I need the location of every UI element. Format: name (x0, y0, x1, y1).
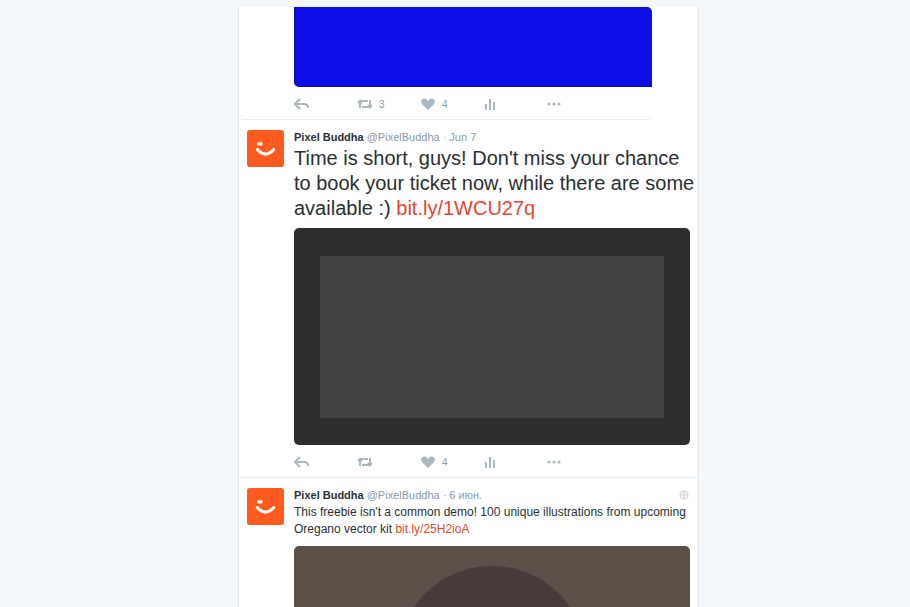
author-name[interactable]: Pixel Buddha (294, 130, 364, 144)
like-icon (420, 455, 436, 469)
tweet-text: This freebie isn't a common demo! 100 un… (294, 504, 695, 538)
retweet-button[interactable]: 3 (357, 97, 420, 111)
author-handle[interactable]: @PixelBuddha (367, 488, 440, 502)
tweet-media[interactable] (294, 546, 690, 607)
author-handle[interactable]: @PixelBuddha (367, 130, 440, 144)
like-icon (420, 97, 436, 111)
tweet-time[interactable]: · Jun 7 (443, 130, 477, 144)
author-name[interactable]: Pixel Buddha (294, 488, 364, 502)
timeline: 3 4 Pixel Buddha @PixelBuddha · Jun 7 Ti… (238, 7, 699, 607)
tweet-media[interactable] (294, 228, 690, 445)
more-button[interactable] (546, 455, 609, 469)
retweet-count: 3 (379, 99, 385, 110)
tweet[interactable]: Pixel Buddha @PixelBuddha · 6 июн. This … (239, 478, 698, 607)
analytics-button[interactable] (483, 97, 546, 111)
like-button[interactable]: 4 (420, 455, 483, 469)
like-count: 4 (442, 99, 448, 110)
tweet-media[interactable] (294, 7, 652, 87)
tweet-actions: 4 (294, 454, 689, 470)
tweet-header: Pixel Buddha @PixelBuddha · 6 июн. (294, 488, 689, 502)
like-button[interactable]: 4 (420, 97, 483, 111)
tweet-link[interactable]: bit.ly/1WCU27q (396, 197, 535, 219)
retweet-button[interactable] (357, 455, 420, 469)
more-icon (546, 455, 562, 469)
avatar-logo-icon[interactable] (247, 488, 284, 525)
reply-button[interactable] (294, 97, 357, 111)
avatar-logo-icon[interactable] (247, 130, 284, 167)
more-button[interactable] (546, 97, 609, 111)
tweet-header: Pixel Buddha @PixelBuddha · Jun 7 (294, 130, 689, 144)
tweet[interactable]: 3 4 (239, 7, 652, 120)
tweet-time[interactable]: · 6 июн. (443, 488, 482, 502)
analytics-button[interactable] (483, 455, 546, 469)
like-count: 4 (442, 457, 448, 468)
retweet-icon (357, 455, 373, 469)
tweet-link[interactable]: bit.ly/25H2ioA (395, 522, 469, 536)
reply-icon (294, 455, 310, 469)
analytics-icon (483, 455, 499, 469)
tweet-actions: 3 4 (294, 96, 643, 112)
reply-icon (294, 97, 310, 111)
tweet-text: Time is short, guys! Don't miss your cha… (294, 146, 695, 221)
more-icon (546, 97, 562, 111)
tweet[interactable]: Pixel Buddha @PixelBuddha · Jun 7 Time i… (239, 120, 698, 478)
analytics-icon (483, 97, 499, 111)
reply-button[interactable] (294, 455, 357, 469)
globe-icon (679, 490, 689, 500)
retweet-icon (357, 97, 373, 111)
page: 3 4 Pixel Buddha @PixelBuddha · Jun 7 Ti… (0, 0, 910, 607)
